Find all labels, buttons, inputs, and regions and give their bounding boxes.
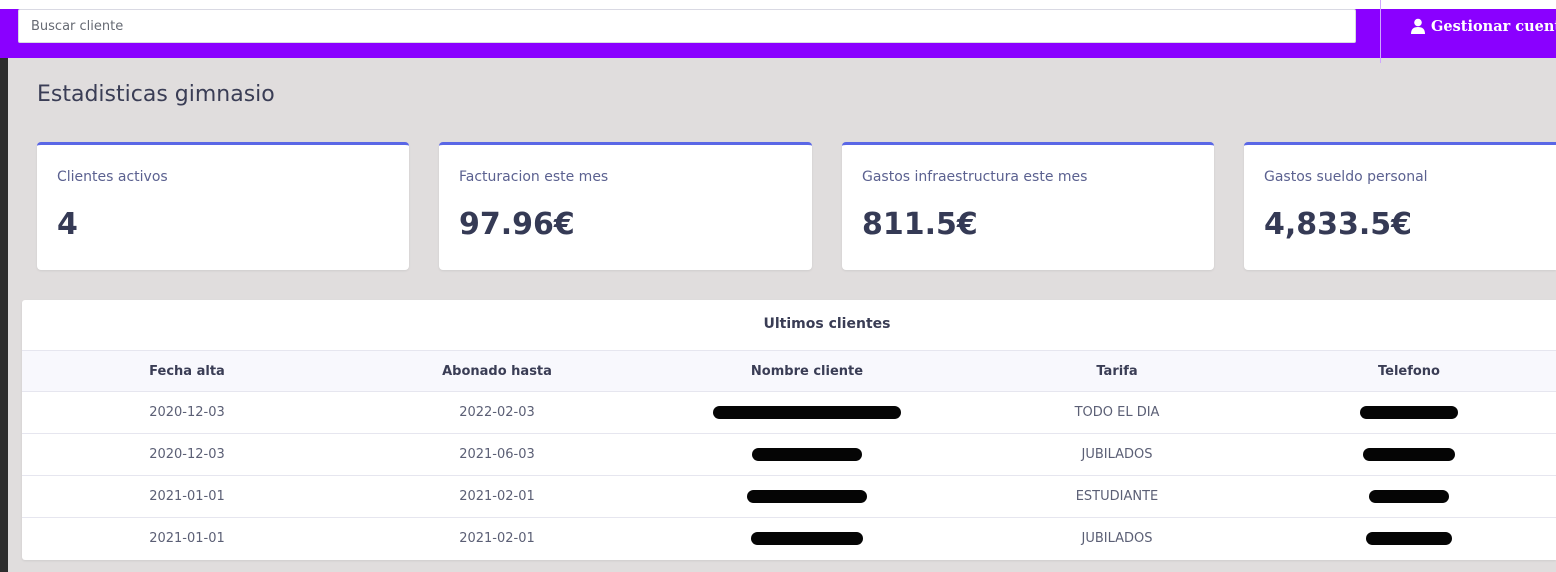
stat-label: Gastos sueldo personal — [1264, 169, 1428, 185]
cell-telefono — [1262, 433, 1556, 476]
column-header-fecha-alta: Fecha alta — [149, 363, 225, 379]
latest-clients-table: Fecha alta Abonado hasta Nombre cliente … — [22, 350, 1556, 560]
cell-tarifa: ESTUDIANTE — [972, 475, 1262, 518]
table-row: 2020-12-03 2021-06-03 JUBILADOS — [22, 433, 1556, 476]
redacted-phone — [1360, 406, 1458, 419]
stat-value: 4,833.5€ — [1264, 207, 1413, 242]
cell-nombre-cliente — [642, 391, 972, 434]
stat-card-monthly-billing: Facturacion este mes 97.96€ — [439, 142, 812, 270]
stat-card-staff-salaries: Gastos sueldo personal 4,833.5€ — [1244, 142, 1556, 270]
manage-account-button[interactable]: Gestionar cuenta — [1410, 15, 1556, 37]
table-header-row: Fecha alta Abonado hasta Nombre cliente … — [22, 350, 1556, 392]
cell-abonado-hasta: 2022-02-03 — [352, 391, 642, 434]
cell-nombre-cliente — [642, 433, 972, 476]
cell-fecha-alta: 2021-01-01 — [22, 517, 352, 560]
table-row: 2021-01-01 2021-02-01 ESTUDIANTE — [22, 475, 1556, 518]
cell-telefono — [1262, 517, 1556, 560]
stat-value: 811.5€ — [862, 207, 978, 242]
column-header-nombre-cliente: Nombre cliente — [750, 363, 864, 379]
redacted-name — [747, 490, 867, 503]
cell-telefono — [1262, 391, 1556, 434]
top-navbar: Gestionar cuenta — [0, 0, 1556, 63]
cell-nombre-cliente — [642, 517, 972, 560]
cell-telefono — [1262, 475, 1556, 518]
stat-card-active-clients: Clientes activos 4 — [37, 142, 409, 270]
cell-tarifa: TODO EL DIA — [972, 391, 1262, 434]
cell-fecha-alta: 2020-12-03 — [22, 391, 352, 434]
cell-nombre-cliente — [642, 475, 972, 518]
redacted-phone — [1363, 448, 1455, 461]
stat-label: Clientes activos — [57, 169, 168, 185]
column-header-abonado-hasta: Abonado hasta — [442, 363, 552, 379]
table-row: 2021-01-01 2021-02-01 JUBILADOS — [22, 517, 1556, 560]
navbar-divider — [1380, 0, 1381, 63]
cell-abonado-hasta: 2021-06-03 — [352, 433, 642, 476]
redacted-phone — [1369, 490, 1449, 503]
sidebar-edge — [0, 58, 8, 572]
cell-fecha-alta: 2020-12-03 — [22, 433, 352, 476]
cell-tarifa: JUBILADOS — [972, 433, 1262, 476]
page-title: Estadisticas gimnasio — [37, 82, 275, 107]
cell-fecha-alta: 2021-01-01 — [22, 475, 352, 518]
stat-card-infrastructure-costs: Gastos infraestructura este mes 811.5€ — [842, 142, 1214, 270]
stat-label: Gastos infraestructura este mes — [862, 169, 1088, 185]
cell-abonado-hasta: 2021-02-01 — [352, 475, 642, 518]
redacted-name — [751, 532, 863, 546]
column-header-tarifa: Tarifa — [1096, 363, 1138, 379]
redacted-name — [752, 448, 862, 461]
latest-clients-panel: Ultimos clientes Fecha alta Abonado hast… — [22, 300, 1556, 560]
stat-value: 4 — [57, 207, 78, 242]
table-row: 2020-12-03 2022-02-03 TODO EL DIA — [22, 391, 1556, 434]
latest-clients-title: Ultimos clientes — [763, 316, 891, 332]
search-input[interactable] — [18, 9, 1356, 43]
user-icon — [1411, 18, 1425, 34]
redacted-phone — [1366, 532, 1452, 546]
redacted-name — [713, 406, 901, 419]
manage-account-label: Gestionar cuenta — [1431, 17, 1556, 35]
stat-label: Facturacion este mes — [459, 169, 609, 185]
column-header-telefono: Telefono — [1377, 363, 1440, 379]
stat-value: 97.96€ — [459, 207, 575, 242]
cell-abonado-hasta: 2021-02-01 — [352, 517, 642, 560]
cell-tarifa: JUBILADOS — [972, 517, 1262, 560]
